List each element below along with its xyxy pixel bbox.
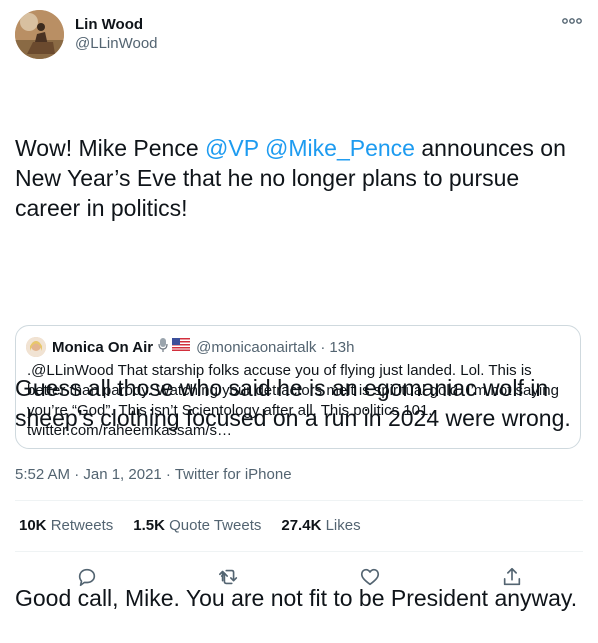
reply-icon[interactable] (70, 560, 104, 594)
quoted-tweet-header: Monica On Air @monicaonairtalk · 13h (26, 336, 354, 358)
divider (15, 551, 583, 552)
engagement-stats: 10K Retweets 1.5K Quote Tweets 27.4K Lik… (19, 517, 381, 534)
retweets-stat[interactable]: 10K Retweets (19, 517, 113, 534)
more-options-icon[interactable] (561, 14, 583, 28)
tweet-paragraph: Wow! Mike Pence @VP @Mike_Pence announce… (15, 133, 585, 223)
like-count: 27.4K (281, 517, 322, 534)
retweet-count: 10K (19, 517, 47, 534)
avatar[interactable] (15, 10, 64, 59)
share-icon[interactable] (495, 560, 529, 594)
retweet-label: Retweets (50, 517, 114, 534)
quoted-tweet-card[interactable]: Monica On Air @monicaonairtalk · 13h .@L… (15, 325, 581, 449)
quoted-avatar (26, 337, 46, 357)
quote-tweets-stat[interactable]: 1.5K Quote Tweets (133, 517, 261, 534)
quoted-handle: @monicaonairtalk (196, 338, 317, 356)
like-icon[interactable] (353, 560, 387, 594)
quoted-time: 13h (329, 338, 355, 356)
text-segment: Wow! Mike Pence (15, 135, 206, 161)
us-flag-emoji (172, 338, 191, 356)
tweet-timestamp[interactable]: 5:52 AM · Jan 1, 2021 · Twitter for iPho… (15, 466, 292, 483)
quoted-tweet-text: .@LLinWood That starship folks accuse yo… (27, 362, 559, 439)
divider (15, 500, 583, 501)
like-label: Likes (325, 517, 361, 534)
author-handle[interactable]: @LLinWood (75, 34, 158, 54)
mention-link[interactable]: @VP (205, 135, 259, 161)
author-display-name[interactable]: Lin Wood (75, 16, 158, 34)
quoted-display-name: Monica On Air (52, 338, 154, 356)
action-bar (15, 560, 583, 594)
separator: · (320, 338, 326, 356)
quote-tweet-label: Quote Tweets (169, 517, 262, 534)
tweet-header: Lin Wood @LLinWood (15, 10, 583, 60)
quote-tweet-count: 1.5K (133, 517, 165, 534)
microphone-emoji (157, 337, 169, 358)
mention-link[interactable]: @Mike_Pence (265, 135, 415, 161)
retweet-icon[interactable] (212, 560, 246, 594)
likes-stat[interactable]: 27.4K Likes (281, 517, 360, 534)
